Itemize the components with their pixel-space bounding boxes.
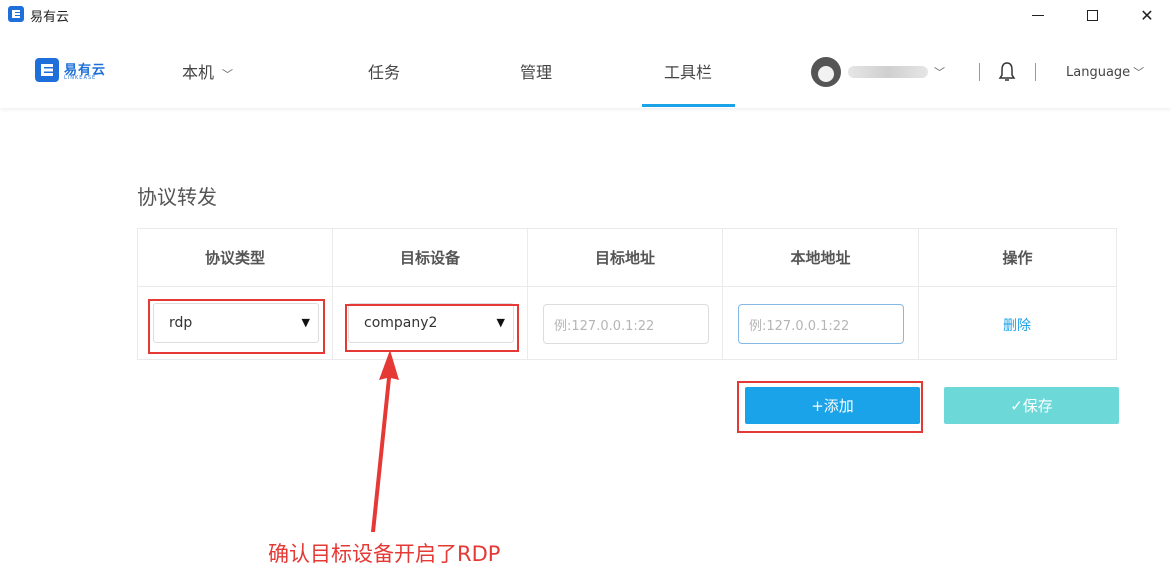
language-selector[interactable]: Language ﹀	[1066, 64, 1144, 80]
chevron-down-icon: ﹀	[222, 68, 234, 81]
local-address-input[interactable]: 例:127.0.0.1:22	[738, 304, 904, 344]
language-label: Language	[1066, 65, 1131, 80]
title-bar: 易有云 ✕	[0, 0, 1171, 30]
column-header-target-address: 目标地址	[528, 229, 723, 287]
chevron-down-icon: ﹀	[1133, 66, 1145, 79]
table-cell-local-address: 例:127.0.0.1:22	[723, 287, 919, 359]
column-header-action: 操作	[919, 229, 1116, 287]
delete-link[interactable]: 删除	[1003, 315, 1031, 335]
brand-subtext: LINKEASE	[64, 75, 97, 81]
nav-local-label: 本机	[182, 63, 215, 82]
column-header-local-address: 本地地址	[723, 229, 919, 287]
divider	[979, 63, 980, 81]
table-cell-target-address: 例:127.0.0.1:22	[528, 287, 723, 359]
brand-logo: 易有云 LINKEASE	[35, 58, 107, 84]
avatar[interactable]	[811, 57, 841, 87]
window-title: 易有云	[30, 10, 70, 25]
nav-task[interactable]: 任务	[368, 59, 400, 83]
annotation-highlight-protocol	[148, 299, 325, 354]
maximize-icon	[1086, 9, 1098, 21]
minimize-icon	[1032, 14, 1044, 16]
divider	[1035, 63, 1036, 81]
annotation-highlight-device	[345, 304, 519, 352]
app-logo-icon	[8, 6, 24, 22]
target-address-input[interactable]: 例:127.0.0.1:22	[543, 304, 709, 344]
nav-toolbar[interactable]: 工具栏	[664, 59, 712, 83]
minimize-button[interactable]	[1015, 0, 1061, 30]
chevron-down-icon[interactable]: ﹀	[934, 64, 945, 80]
brand-logo-icon	[35, 58, 59, 82]
annotation-text: 确认目标设备开启了RDP	[268, 542, 501, 566]
nav-manage[interactable]: 管理	[520, 59, 552, 83]
column-header-protocol: 协议类型	[138, 229, 333, 287]
column-header-device: 目标设备	[333, 229, 528, 287]
close-button[interactable]: ✕	[1124, 0, 1170, 30]
active-tab-indicator	[642, 104, 735, 107]
top-navbar: 易有云 LINKEASE 本机 ﹀ 任务 管理 工具栏 ﹀ Language ﹀	[0, 30, 1171, 108]
page-title: 协议转发	[137, 185, 217, 209]
maximize-button[interactable]	[1069, 0, 1115, 30]
annotation-arrow-icon	[371, 350, 399, 532]
nav-local[interactable]: 本机 ﹀	[182, 59, 233, 83]
username-redacted	[848, 66, 928, 78]
table-cell-action: 删除	[919, 287, 1116, 359]
save-button[interactable]: ✓保存	[944, 387, 1119, 424]
annotation-highlight-add	[737, 381, 923, 433]
bell-icon[interactable]	[997, 61, 1017, 83]
